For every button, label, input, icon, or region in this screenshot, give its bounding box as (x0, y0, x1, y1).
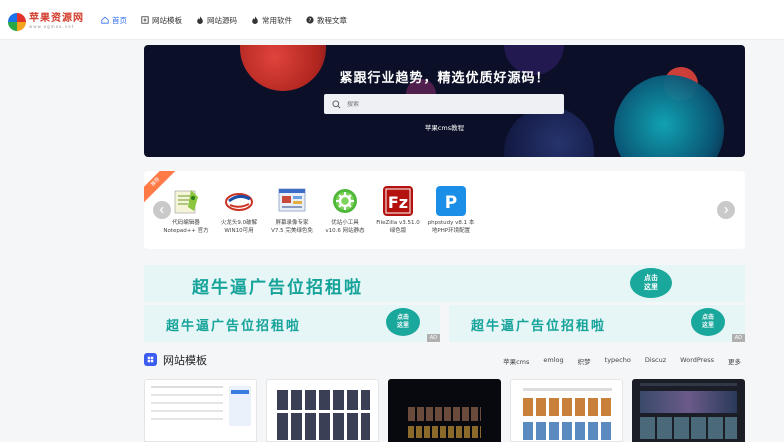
ad-banner-wide[interactable]: 超牛逼广告位招租啦 点击 这里 (144, 265, 745, 302)
ad-button-line2: 这里 (701, 322, 714, 329)
section-title: 网站模板 (163, 354, 207, 367)
site-logo[interactable]: 苹果资源网 www.ogmao.net (8, 11, 84, 33)
burner-app-icon (224, 186, 254, 216)
software-name: 代码编辑器 (172, 220, 200, 226)
help-circle-icon: ? (306, 16, 314, 24)
software-name: 优站小工具 (331, 220, 359, 226)
ad-banner-left[interactable]: 超牛逼广告位招租啦 点击 这里 AD (144, 305, 440, 342)
template-thumbnails (144, 379, 745, 442)
nav-item-source[interactable]: 网站源码 (196, 15, 237, 26)
section-header-templates: 网站模板 苹果cms emlog 织梦 typecho Discuz WordP… (144, 350, 745, 370)
hero-banner: 紧跟行业趋势，精选优质好源码！ 苹果cms教程 (144, 45, 745, 157)
software-carousel: 推荐 代码编辑器 Notepad++ 官方 火龙头9.0破解 WIN10可用 屏… (144, 171, 745, 249)
software-desc: v10.6 网站静态 (325, 227, 365, 234)
software-item[interactable]: 火龙头9.0破解 WIN10可用 (213, 186, 265, 235)
software-name: FileZilla v3.51.0 (376, 220, 420, 226)
notepad-icon (171, 186, 201, 216)
software-desc: 绿色版 (389, 227, 407, 234)
logo-text: 苹果资源网 (29, 13, 84, 24)
template-thumb[interactable] (388, 379, 501, 442)
nav-label: 常用软件 (262, 15, 292, 25)
main-nav: 首页 网站模板 网站源码 常用软件 ? 教程文章 (101, 0, 361, 40)
grid-icon (144, 353, 157, 366)
tag-discuz[interactable]: Discuz (645, 356, 666, 366)
nav-item-templates[interactable]: 网站模板 (141, 15, 182, 26)
ad-button-line1: 点击 (396, 314, 409, 321)
tag-more[interactable]: 更多 (728, 356, 741, 366)
tag-emlog[interactable]: emlog (543, 356, 563, 366)
software-item[interactable]: 屏幕录像专家 V7.5 完美绿色免 (266, 186, 318, 235)
software-list: 代码编辑器 Notepad++ 官方 火龙头9.0破解 WIN10可用 屏幕录像… (160, 186, 478, 235)
logo-subtext: www.ogmao.net (29, 24, 75, 29)
software-desc: V7.5 完美绿色免 (271, 227, 313, 234)
svg-text:?: ? (309, 18, 312, 24)
template-icon (141, 16, 149, 24)
nav-item-home[interactable]: 首页 (101, 15, 127, 26)
hero-tutorial-link[interactable]: 苹果cms教程 (144, 122, 745, 132)
ad-click-button[interactable]: 点击 这里 (386, 308, 420, 336)
software-item[interactable]: P phpstudy v8.1 本 地PHP环境配置 (425, 186, 477, 235)
carousel-next-button[interactable] (717, 201, 735, 219)
fire-icon (252, 16, 258, 24)
tag-applecms[interactable]: 苹果cms (503, 356, 529, 366)
decor-circle (504, 107, 594, 157)
software-item[interactable]: 代码编辑器 Notepad++ 官方 (160, 186, 212, 235)
filezilla-icon: Fz (383, 186, 413, 216)
ad-button-line2: 这里 (644, 283, 658, 291)
nav-label: 首页 (112, 15, 127, 25)
ad-click-button[interactable]: 点击 这里 (630, 268, 672, 298)
gear-icon (330, 186, 360, 216)
search-box[interactable] (324, 94, 564, 114)
svg-text:P: P (445, 193, 457, 213)
ad-text: 超牛逼广告位招租啦 (471, 319, 607, 334)
fire-icon (197, 16, 203, 24)
template-thumb[interactable] (510, 379, 623, 442)
software-desc: WIN10可用 (224, 227, 254, 234)
ad-banner-right[interactable]: 超牛逼广告位招租啦 点击 这里 AD (449, 305, 745, 342)
screen-recorder-icon (277, 186, 307, 216)
ad-text: 超牛逼广告位招租啦 (192, 278, 363, 298)
template-thumb[interactable] (144, 379, 257, 442)
category-tags: 苹果cms emlog 织梦 typecho Discuz WordPress … (489, 356, 741, 366)
nav-item-tutorials[interactable]: ? 教程文章 (306, 15, 347, 26)
home-icon (101, 16, 109, 24)
ad-button-line1: 点击 (644, 274, 658, 282)
software-name: phpstudy v8.1 本 (427, 220, 475, 226)
nav-label: 网站源码 (207, 15, 237, 25)
search-icon (332, 99, 341, 108)
phpstudy-icon: P (436, 186, 466, 216)
apple-logo-icon (8, 13, 26, 31)
nav-label: 教程文章 (317, 15, 347, 25)
ad-click-button[interactable]: 点击 这里 (691, 308, 725, 336)
ad-button-line2: 这里 (396, 322, 409, 329)
tag-typecho[interactable]: typecho (605, 356, 631, 366)
top-navbar: 苹果资源网 www.ogmao.net 首页 网站模板 网站源码 常用软件 ? … (0, 0, 784, 40)
search-input[interactable] (347, 100, 547, 108)
nav-label: 网站模板 (152, 15, 182, 25)
ad-button-line1: 点击 (701, 314, 714, 321)
software-desc: 地PHP环境配置 (431, 227, 471, 234)
decor-circle (614, 75, 724, 157)
nav-item-software[interactable]: 常用软件 (251, 15, 292, 26)
template-thumb[interactable] (632, 379, 745, 442)
software-item[interactable]: 优站小工具 v10.6 网站静态 (319, 186, 371, 235)
ad-tag: AD (731, 334, 745, 342)
ad-tag: AD (426, 334, 440, 342)
software-name: 屏幕录像专家 (275, 220, 309, 226)
tag-wordpress[interactable]: WordPress (680, 356, 714, 366)
ad-text: 超牛逼广告位招租啦 (166, 319, 302, 334)
tag-dedecms[interactable]: 织梦 (578, 356, 591, 366)
software-desc: Notepad++ 官方 (163, 227, 209, 234)
software-item[interactable]: Fz FileZilla v3.51.0 绿色版 (372, 186, 424, 235)
chevron-right-icon (724, 206, 729, 214)
template-thumb[interactable] (266, 379, 379, 442)
software-name: 火龙头9.0破解 (220, 220, 258, 226)
hero-title: 紧跟行业趋势，精选优质好源码！ (339, 71, 550, 86)
svg-text:Fz: Fz (388, 193, 408, 212)
